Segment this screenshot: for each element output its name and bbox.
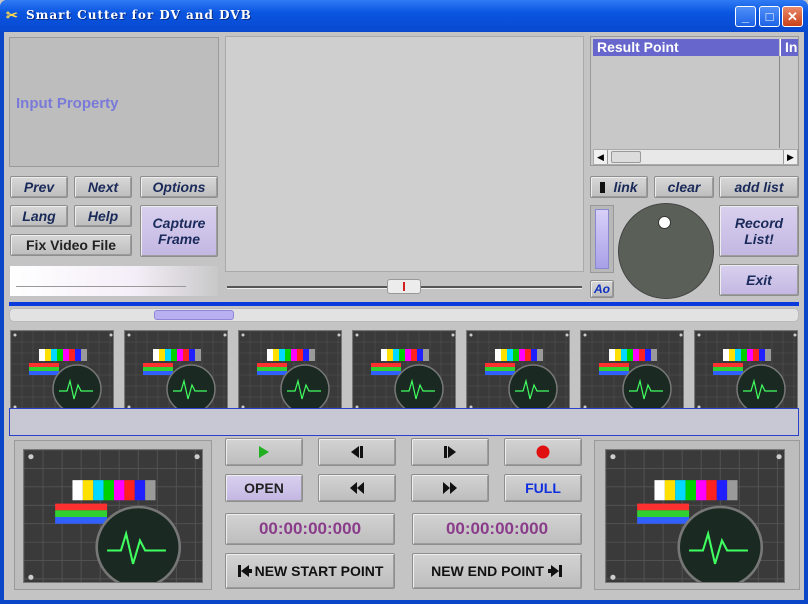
step-back-button[interactable] (318, 438, 396, 466)
frame-thumbnail[interactable] (124, 330, 228, 410)
play-button[interactable] (225, 438, 303, 466)
next-button[interactable]: Next (74, 176, 132, 198)
new-end-point-label: NEW END POINT (431, 563, 544, 579)
horizontal-scrollbar[interactable]: ◀ ▶ (593, 149, 798, 165)
rewind-button[interactable] (318, 474, 396, 502)
start-time-display: 00:00:00:000 (225, 513, 395, 545)
result-list[interactable]: Result Point In ◀ ▶ (590, 36, 799, 166)
main-client-area: Input Property Prev Next Options Lang He… (4, 32, 804, 600)
scroll-right-icon[interactable]: ▶ (783, 150, 797, 164)
prev-button[interactable]: Prev (10, 176, 68, 198)
step-forward-button[interactable] (411, 438, 489, 466)
jog-dial-handle[interactable] (658, 216, 671, 229)
fast-forward-button[interactable] (411, 474, 489, 502)
full-button[interactable]: FULL (504, 474, 582, 502)
input-property-label: Input Property (16, 95, 119, 112)
video-preview (225, 36, 584, 272)
end-frame-thumbnail (605, 449, 785, 583)
end-marker-icon (547, 565, 562, 577)
frame-thumbnail[interactable] (580, 330, 684, 410)
maximize-button[interactable]: □ (759, 6, 780, 27)
full-label: FULL (525, 480, 561, 496)
title-bar[interactable]: ✂ Smart Cutter for DV and DVB _ □ ✕ (0, 0, 808, 32)
scroll-thumb[interactable] (611, 151, 641, 163)
scroll-left-icon[interactable]: ◀ (594, 150, 608, 164)
audio-level-slider[interactable] (590, 205, 614, 273)
thumbnail-scrollbar[interactable] (9, 308, 799, 322)
seek-thumb-marker (403, 282, 405, 291)
frame-thumbnail[interactable] (238, 330, 342, 410)
end-point-panel (594, 440, 800, 590)
record-button[interactable] (504, 438, 582, 466)
frame-thumbnail[interactable] (694, 330, 798, 410)
result-in-header[interactable]: In (780, 39, 798, 56)
column-divider (779, 56, 780, 148)
lang-button[interactable]: Lang (10, 205, 68, 227)
status-strip (9, 408, 799, 436)
audio-level-fill (595, 209, 609, 269)
minimize-button[interactable]: _ (735, 6, 756, 27)
step-back-icon (351, 446, 363, 458)
start-frame-thumbnail (23, 449, 203, 583)
separator-line (9, 302, 799, 306)
record-icon (536, 445, 550, 459)
link-indicator-icon (600, 181, 606, 193)
input-property-panel: Input Property (9, 37, 219, 167)
link-label: link (613, 179, 638, 195)
frame-thumbnail[interactable] (466, 330, 570, 410)
progress-area (10, 266, 218, 296)
capture-frame-button[interactable]: Capture Frame (140, 205, 218, 257)
exit-button[interactable]: Exit (719, 264, 799, 296)
frame-thumbnail[interactable] (10, 330, 114, 410)
start-point-panel (14, 440, 212, 590)
step-forward-icon (444, 446, 456, 458)
help-button[interactable]: Help (74, 205, 132, 227)
fix-video-file-button[interactable]: Fix Video File (10, 234, 132, 256)
thumbnail-scroll-thumb[interactable] (154, 310, 234, 320)
open-label: OPEN (244, 480, 284, 496)
add-list-button[interactable]: add list (719, 176, 799, 198)
ao-button[interactable]: Ao (590, 280, 614, 298)
result-point-header[interactable]: Result Point (593, 39, 779, 56)
progress-line (16, 286, 186, 287)
record-list-button[interactable]: Record List! (719, 205, 799, 257)
end-time-display: 00:00:00:000 (412, 513, 582, 545)
link-button[interactable]: link (590, 176, 648, 198)
end-time-value: 00:00:00:000 (445, 519, 549, 538)
frame-thumbnail[interactable] (352, 330, 456, 410)
new-start-point-label: NEW START POINT (254, 563, 384, 579)
options-button[interactable]: Options (140, 176, 218, 198)
new-end-point-button[interactable]: NEW END POINT (412, 553, 582, 589)
jog-dial[interactable] (618, 203, 714, 299)
seek-thumb[interactable] (387, 279, 421, 294)
clear-button[interactable]: clear (654, 176, 714, 198)
open-button[interactable]: OPEN (225, 474, 303, 502)
app-icon: ✂ (6, 7, 18, 23)
fast-forward-icon (443, 482, 457, 494)
play-icon (259, 446, 269, 458)
close-button[interactable]: ✕ (782, 6, 803, 27)
start-marker-icon (237, 565, 252, 577)
seek-slider[interactable] (225, 276, 584, 298)
new-start-point-button[interactable]: NEW START POINT (225, 553, 395, 589)
start-time-value: 00:00:00:000 (258, 519, 362, 538)
window-title: Smart Cutter for DV and DVB (26, 8, 252, 22)
rewind-icon (350, 482, 364, 494)
app-window: ✂ Smart Cutter for DV and DVB _ □ ✕ Inpu… (0, 0, 808, 604)
